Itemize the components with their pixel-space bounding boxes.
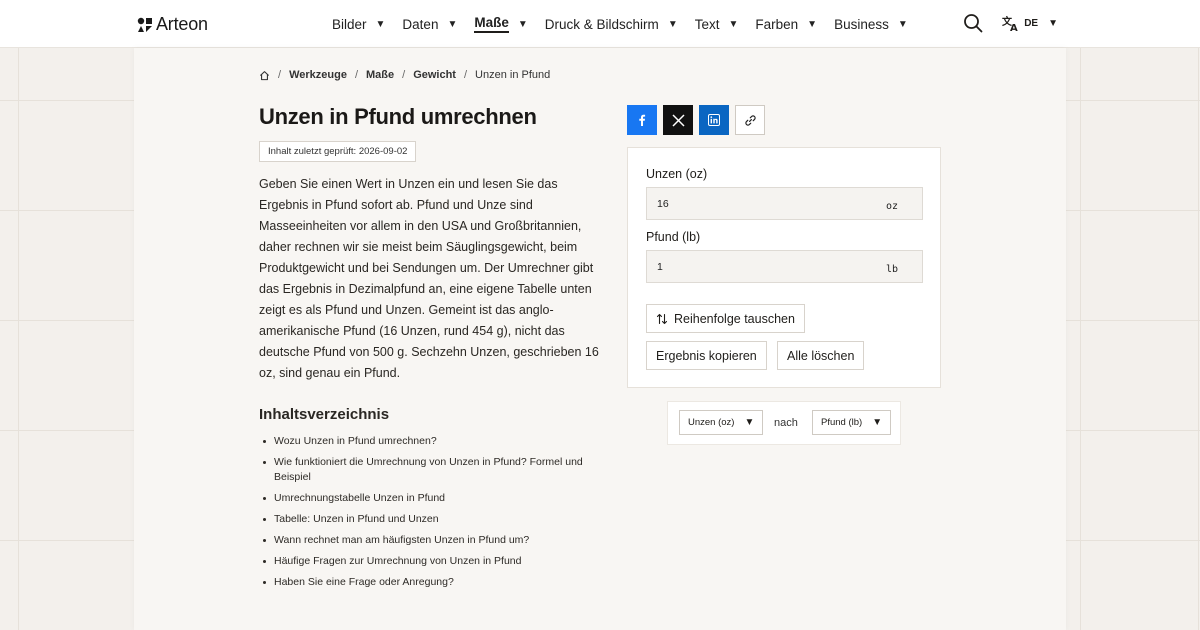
breadcrumb-link-gewicht[interactable]: Gewicht — [413, 69, 456, 81]
ounces-input[interactable] — [657, 197, 877, 210]
pounds-label: Pfund (lb) — [646, 230, 701, 244]
facebook-icon — [639, 114, 646, 126]
toc-item[interactable]: Haben Sie eine Frage oder Anregung? — [259, 575, 589, 590]
pounds-input[interactable] — [657, 260, 877, 273]
to-unit-value: Pfund (lb) — [821, 417, 863, 428]
breadcrumb-current: Unzen in Pfund — [475, 69, 551, 81]
link-icon — [744, 114, 756, 126]
pounds-field-wrapper: lb — [646, 250, 923, 283]
ounce-to-pound-converter: Unzen (oz) oz Pfund (lb) lb Reihenfolge … — [627, 147, 941, 388]
chevron-down-icon: ▼ — [1048, 17, 1058, 29]
share-facebook-button[interactable] — [627, 105, 657, 135]
swap-order-label: Reihenfolge tauschen — [674, 311, 795, 326]
chevron-down-icon: ▼ — [447, 18, 458, 30]
ounces-unit: oz — [885, 201, 898, 212]
site-header: Arteon Bilder ▼ Daten ▼ Maße ▼ Druck & Bild… — [0, 0, 1200, 48]
language-switcher[interactable]: 文 A DE ▼ — [1002, 14, 1058, 32]
brand-logo[interactable]: Arteon — [137, 14, 208, 35]
nav-item-label: Daten — [402, 16, 439, 32]
toc-item[interactable]: Wie funktioniert die Umrechnung von Unze… — [259, 455, 589, 485]
linkedin-icon — [708, 114, 720, 126]
share-linkedin-button[interactable] — [699, 105, 729, 135]
toc-title: Inhaltsverzeichnis — [259, 406, 390, 423]
breadcrumb-link-werkzeuge[interactable]: Werkzeuge — [289, 69, 347, 81]
chevron-down-icon: ▼ — [807, 18, 818, 30]
chevron-down-icon: ▼ — [872, 417, 883, 428]
table-of-contents: Wozu Unzen in Pfund umrechnen? Wie funkt… — [259, 434, 589, 596]
chevron-down-icon: ▼ — [897, 18, 908, 30]
share-x-button[interactable] — [663, 105, 693, 135]
page-title: Unzen in Pfund umrechnen — [259, 104, 537, 129]
nav-item-label: Druck & Bildschirm — [544, 16, 659, 32]
from-unit-select[interactable]: Unzen (oz) ▼ — [679, 410, 764, 435]
header-actions: 文 A DE ▼ — [962, 12, 1058, 34]
search-icon[interactable] — [962, 12, 984, 34]
main-nav: Bilder ▼ Daten ▼ Maße ▼ Druck & Bildschirm ▼… — [332, 0, 925, 48]
breadcrumb-separator: / — [278, 69, 282, 81]
copy-link-button[interactable] — [735, 105, 765, 135]
nav-item-daten[interactable]: Daten ▼ — [402, 17, 457, 32]
toc-item[interactable]: Umrechnungstabelle Unzen in Pfund — [259, 491, 589, 506]
breadcrumb: / Werkzeuge / Maße / Gewicht / Unzen in … — [259, 69, 550, 81]
chevron-down-icon: ▼ — [517, 18, 528, 30]
nav-item-business[interactable]: Business ▼ — [834, 17, 908, 32]
to-unit-select[interactable]: Pfund (lb) ▼ — [812, 410, 892, 435]
share-buttons — [627, 105, 765, 135]
breadcrumb-separator: / — [354, 69, 358, 81]
ounces-field-wrapper: oz — [646, 187, 923, 220]
nav-item-farben[interactable]: Farben ▼ — [755, 17, 817, 32]
nav-item-label: Text — [694, 16, 720, 32]
chevron-down-icon: ▼ — [744, 417, 755, 428]
toc-item[interactable]: Wozu Unzen in Pfund umrechnen? — [259, 434, 589, 449]
breadcrumb-separator: / — [402, 69, 406, 81]
clear-all-button[interactable]: Alle löschen — [777, 341, 865, 370]
toc-item[interactable]: Wann rechnet man am häufigsten Unzen in … — [259, 533, 589, 548]
swap-arrows-icon — [656, 313, 668, 324]
copy-result-button[interactable]: Ergebnis kopieren — [646, 341, 767, 370]
nav-item-masse[interactable]: Maße ▼ — [474, 15, 528, 33]
unit-select-bar: Unzen (oz) ▼ nach Pfund (lb) ▼ — [667, 401, 901, 445]
breadcrumb-link-masse[interactable]: Maße — [366, 69, 394, 81]
home-icon[interactable] — [259, 70, 270, 81]
nav-item-label: Business — [834, 16, 889, 32]
x-icon — [671, 113, 685, 127]
pounds-unit: lb — [885, 264, 898, 275]
toc-item[interactable]: Häufige Fragen zur Umrechnung von Unzen … — [259, 554, 589, 569]
chevron-down-icon: ▼ — [375, 18, 386, 30]
nav-item-label: Farben — [755, 16, 799, 32]
last-reviewed-badge: Inhalt zuletzt geprüft: 2026-09-02 — [259, 141, 417, 162]
brand-name: Arteon — [156, 14, 208, 34]
nav-item-label: Bilder — [332, 16, 367, 32]
main-content: / Werkzeuge / Maße / Gewicht / Unzen in … — [134, 48, 1066, 630]
unit-connector: nach — [774, 417, 798, 429]
toc-item[interactable]: Tabelle: Unzen in Pfund und Unzen — [259, 512, 589, 527]
svg-text:A: A — [1010, 23, 1018, 32]
nav-item-label: Maße — [474, 15, 509, 33]
from-unit-value: Unzen (oz) — [688, 417, 735, 428]
nav-item-text[interactable]: Text ▼ — [695, 17, 739, 32]
nav-item-bilder[interactable]: Bilder ▼ — [332, 17, 385, 32]
breadcrumb-separator: / — [463, 69, 468, 81]
chevron-down-icon: ▼ — [728, 18, 739, 30]
brand-logo-icon — [137, 17, 152, 32]
translate-icon: 文 A — [1002, 15, 1018, 32]
intro-text: Geben Sie einen Wert in Unzen ein und le… — [259, 177, 599, 380]
language-code: DE — [1024, 17, 1039, 29]
nav-item-druck-bildschirm[interactable]: Druck & Bildschirm ▼ — [545, 17, 678, 32]
ounces-label: Unzen (oz) — [646, 167, 708, 181]
swap-order-button[interactable]: Reihenfolge tauschen — [646, 304, 805, 333]
chevron-down-icon: ▼ — [667, 18, 678, 30]
